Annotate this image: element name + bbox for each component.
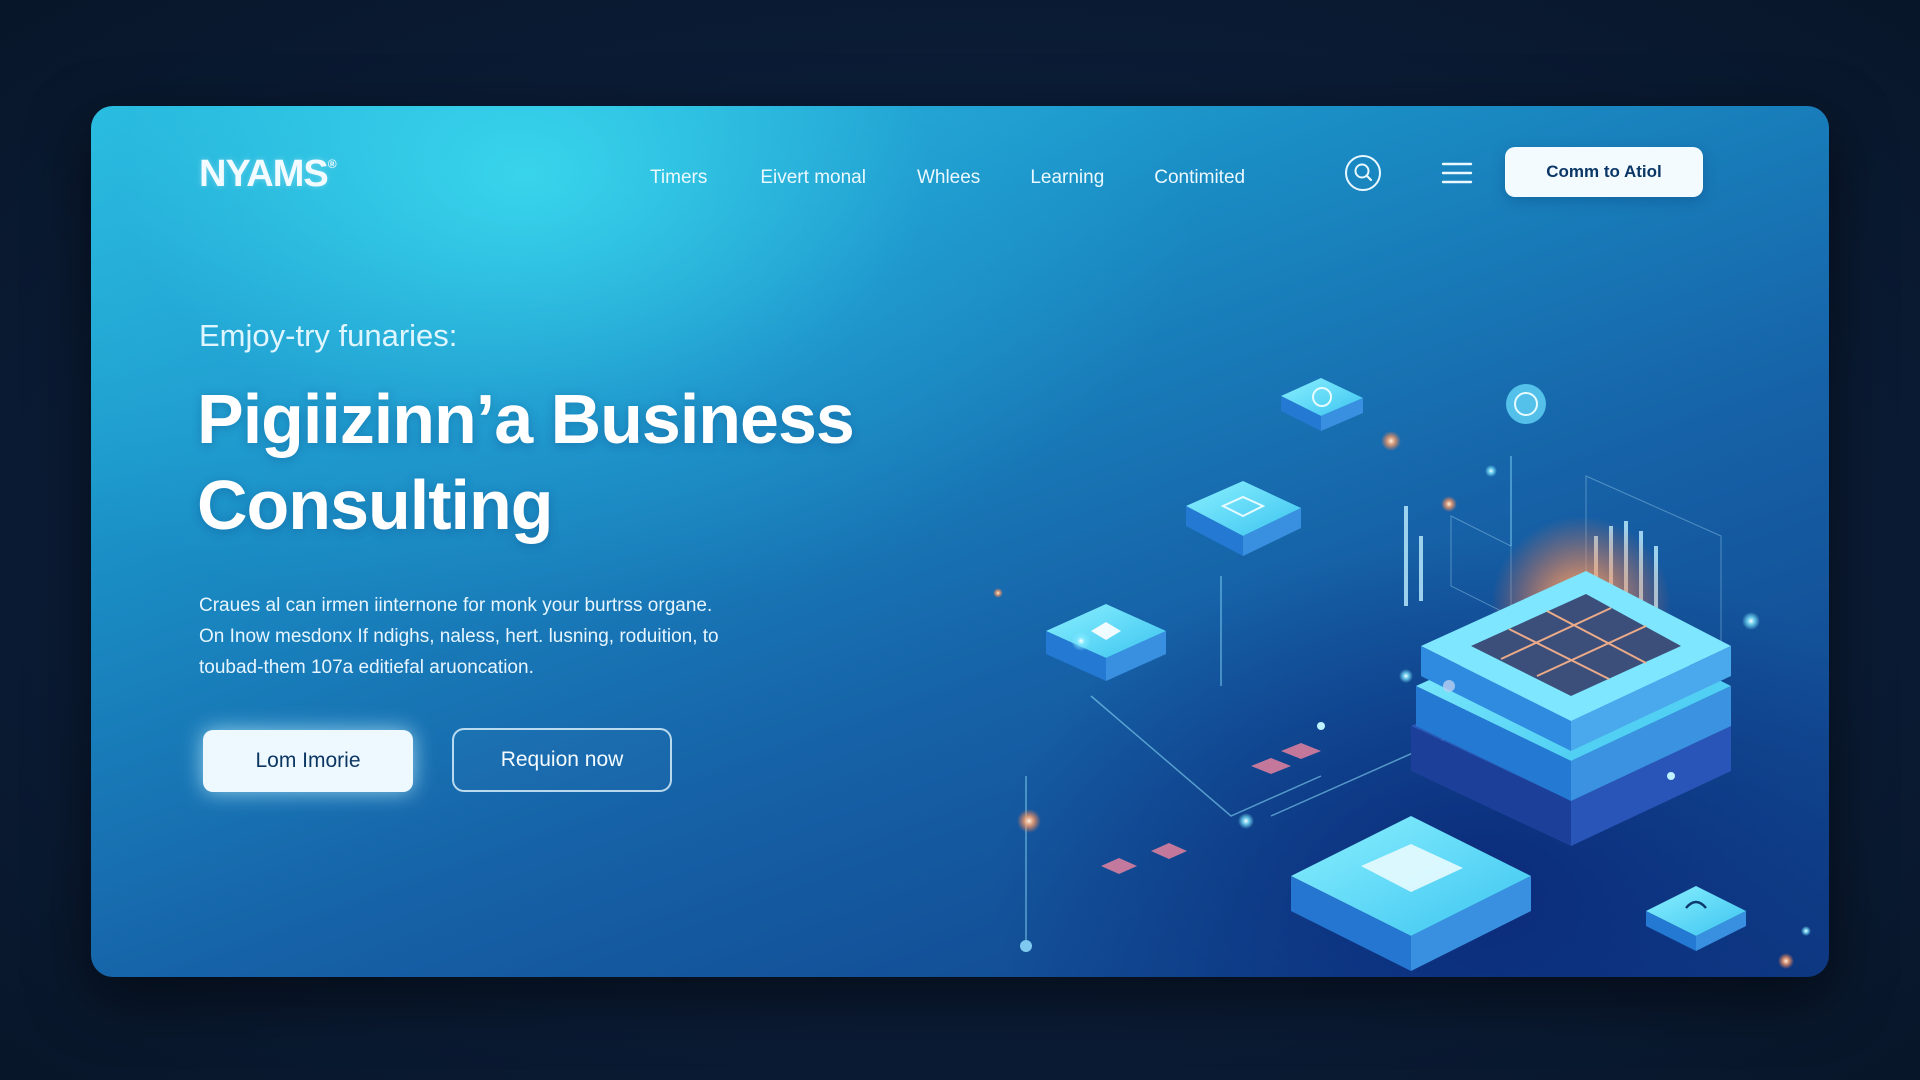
- brand-logo-text: NYAMS: [199, 153, 329, 195]
- description-line-1: Craues al can irmen iinternone for monk …: [199, 595, 713, 616]
- headline-line-2: Consulting: [197, 466, 553, 544]
- isometric-tech-illustration: [993, 378, 1811, 971]
- primary-cta-button[interactable]: Lom Imorie: [203, 730, 413, 792]
- nav-cta-button[interactable]: Comm to Atiol: [1505, 147, 1703, 197]
- nav-item-eivert-monal[interactable]: Eivert monal: [760, 162, 866, 194]
- secondary-cta-button[interactable]: Requion now: [452, 728, 672, 792]
- nav-item-whlees[interactable]: Whlees: [917, 162, 980, 194]
- brand-logo[interactable]: NYAMS®: [199, 153, 337, 196]
- description-line-2: On Inow mesdonx If ndighs, naless, hert.…: [199, 626, 719, 647]
- hero-card: NYAMS® Timers Eivert monal Whlees Learni…: [91, 106, 1829, 977]
- description-line-3: toubad-them 107a editiefal aruoncation.: [199, 657, 534, 678]
- headline-line-1: Pigiizinn’a Business: [197, 380, 855, 458]
- menu-button[interactable]: [1437, 153, 1477, 193]
- search-button[interactable]: [1343, 153, 1383, 193]
- hero-headline: Pigiizinn’a Business Consulting: [197, 376, 897, 548]
- registered-mark: ®: [327, 157, 337, 171]
- search-icon: [1345, 155, 1381, 191]
- hero-eyebrow: Emjoy-try funaries:: [199, 318, 458, 353]
- hamburger-menu-icon: [1441, 162, 1473, 184]
- nav-item-contimited[interactable]: Contimited: [1154, 162, 1245, 194]
- nav-item-timers[interactable]: Timers: [650, 162, 707, 194]
- nav-item-learning[interactable]: Learning: [1030, 162, 1104, 194]
- hero-description: Craues al can irmen iinternone for monk …: [199, 590, 779, 683]
- main-nav: Timers Eivert monal Whlees Learning Cont…: [650, 162, 1245, 194]
